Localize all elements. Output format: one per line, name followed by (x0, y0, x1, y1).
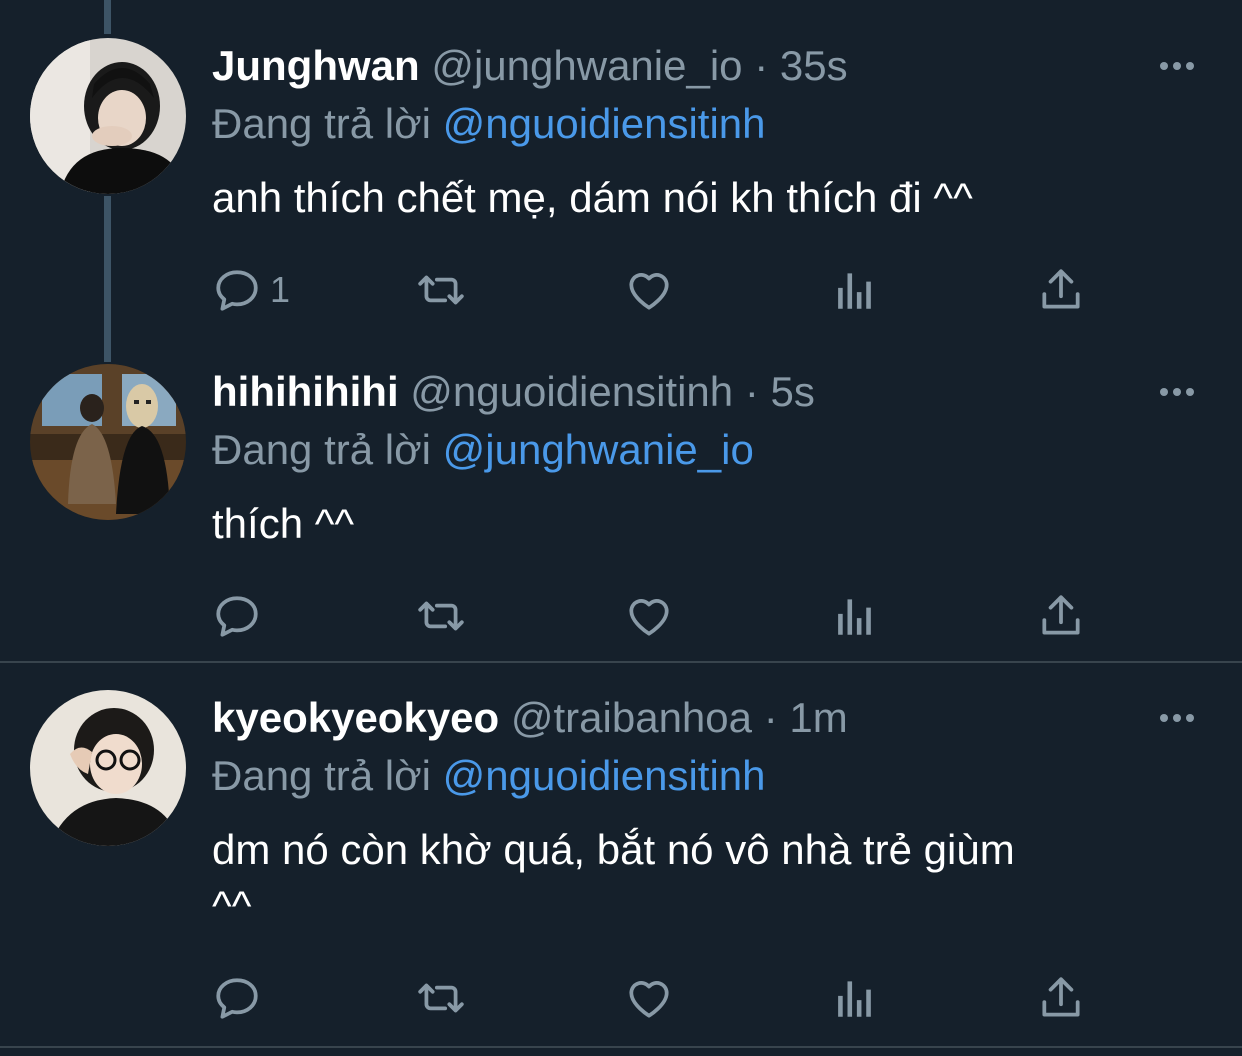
reply-button[interactable] (212, 586, 270, 646)
tweet-text-line: ^^ (212, 882, 252, 929)
timestamp[interactable]: 35s (780, 42, 848, 89)
replying-to: Đang trả lời @junghwanie_io (212, 422, 754, 478)
separator-dot: · (763, 694, 778, 741)
more-icon[interactable] (1152, 38, 1202, 94)
user-handle[interactable]: @traibanhoa (511, 694, 752, 741)
analytics-icon (838, 273, 871, 309)
share-button[interactable] (1036, 968, 1086, 1028)
reply-icon (216, 978, 258, 1019)
tweet-actions (212, 586, 1112, 646)
retweet-icon (418, 601, 464, 631)
replying-prefix: Đang trả lời (212, 100, 431, 147)
mention-link[interactable]: @nguoidiensitinh (443, 752, 766, 799)
tweet-header: kyeokyeokyeo @traibanhoa · 1m (212, 690, 848, 746)
retweet-button[interactable] (416, 260, 466, 320)
replying-to: Đang trả lời @nguoidiensitinh (212, 96, 766, 152)
tweet-header: hihihihihi @nguoidiensitinh · 5s (212, 364, 815, 420)
reply-button[interactable] (212, 968, 270, 1028)
user-handle[interactable]: @nguoidiensitinh (410, 368, 733, 415)
display-name[interactable]: Junghwan (212, 42, 420, 89)
tweet-text-line: thích ^^ (212, 500, 355, 547)
reply-icon (216, 596, 258, 637)
retweet-icon (418, 983, 464, 1013)
mention-link[interactable]: @nguoidiensitinh (443, 100, 766, 147)
thread-line-top (104, 0, 111, 34)
tweet-text: dm nó còn khờ quá, bắt nó vô nhà trẻ giù… (212, 822, 1202, 934)
retweet-button[interactable] (416, 586, 466, 646)
tweet-text: thích ^^ (212, 496, 1202, 552)
tweet-actions: 1 (212, 260, 1112, 320)
like-button[interactable] (624, 968, 674, 1028)
analytics-button[interactable] (830, 586, 880, 646)
tweet-text: anh thích chết mẹ, dám nói kh thích đi ^… (212, 170, 1202, 226)
more-icon[interactable] (1152, 690, 1202, 746)
retweet-button[interactable] (416, 968, 466, 1028)
replying-prefix: Đang trả lời (212, 426, 431, 473)
share-icon (1042, 977, 1080, 1017)
avatar[interactable] (30, 364, 186, 520)
divider (0, 1046, 1242, 1048)
share-button[interactable] (1036, 260, 1086, 320)
analytics-button[interactable] (830, 260, 880, 320)
reply-icon (216, 270, 258, 311)
mention-link[interactable]: @junghwanie_io (443, 426, 754, 473)
avatar[interactable] (30, 690, 186, 846)
share-icon (1042, 595, 1080, 635)
tweet-text-line: anh thích chết mẹ, dám nói kh thích đi ^… (212, 174, 973, 221)
analytics-button[interactable] (830, 968, 880, 1028)
display-name[interactable]: hihihihihi (212, 368, 399, 415)
like-button[interactable] (624, 260, 674, 320)
replying-prefix: Đang trả lời (212, 752, 431, 799)
tweet-header: Junghwan @junghwanie_io · 35s (212, 38, 848, 94)
separator-dot: · (744, 368, 759, 415)
like-button[interactable] (624, 586, 674, 646)
retweet-icon (418, 275, 464, 305)
heart-icon (629, 273, 669, 310)
divider (0, 661, 1242, 663)
replying-to: Đang trả lời @nguoidiensitinh (212, 748, 766, 804)
tweet[interactable]: hihihihihi @nguoidiensitinh · 5s Đang tr… (0, 364, 1242, 654)
tweet[interactable]: Junghwan @junghwanie_io · 35s Đang trả l… (0, 38, 1242, 328)
heart-icon (629, 981, 669, 1018)
timestamp[interactable]: 1m (789, 694, 847, 741)
display-name[interactable]: kyeokyeokyeo (212, 694, 499, 741)
separator-dot: · (754, 42, 769, 89)
heart-icon (629, 599, 669, 636)
analytics-icon (838, 981, 871, 1017)
tweet-text-line: dm nó còn khờ quá, bắt nó vô nhà trẻ giù… (212, 826, 1015, 873)
reply-count: 1 (270, 269, 291, 310)
more-icon[interactable] (1152, 364, 1202, 420)
share-icon (1042, 269, 1080, 309)
analytics-icon (838, 599, 871, 635)
avatar[interactable] (30, 38, 186, 194)
reply-button[interactable]: 1 (212, 260, 290, 320)
user-handle[interactable]: @junghwanie_io (431, 42, 742, 89)
tweet[interactable]: kyeokyeokyeo @traibanhoa · 1m Đang trả l… (0, 690, 1242, 1040)
timestamp[interactable]: 5s (771, 368, 815, 415)
share-button[interactable] (1036, 586, 1086, 646)
tweet-actions (212, 968, 1112, 1028)
